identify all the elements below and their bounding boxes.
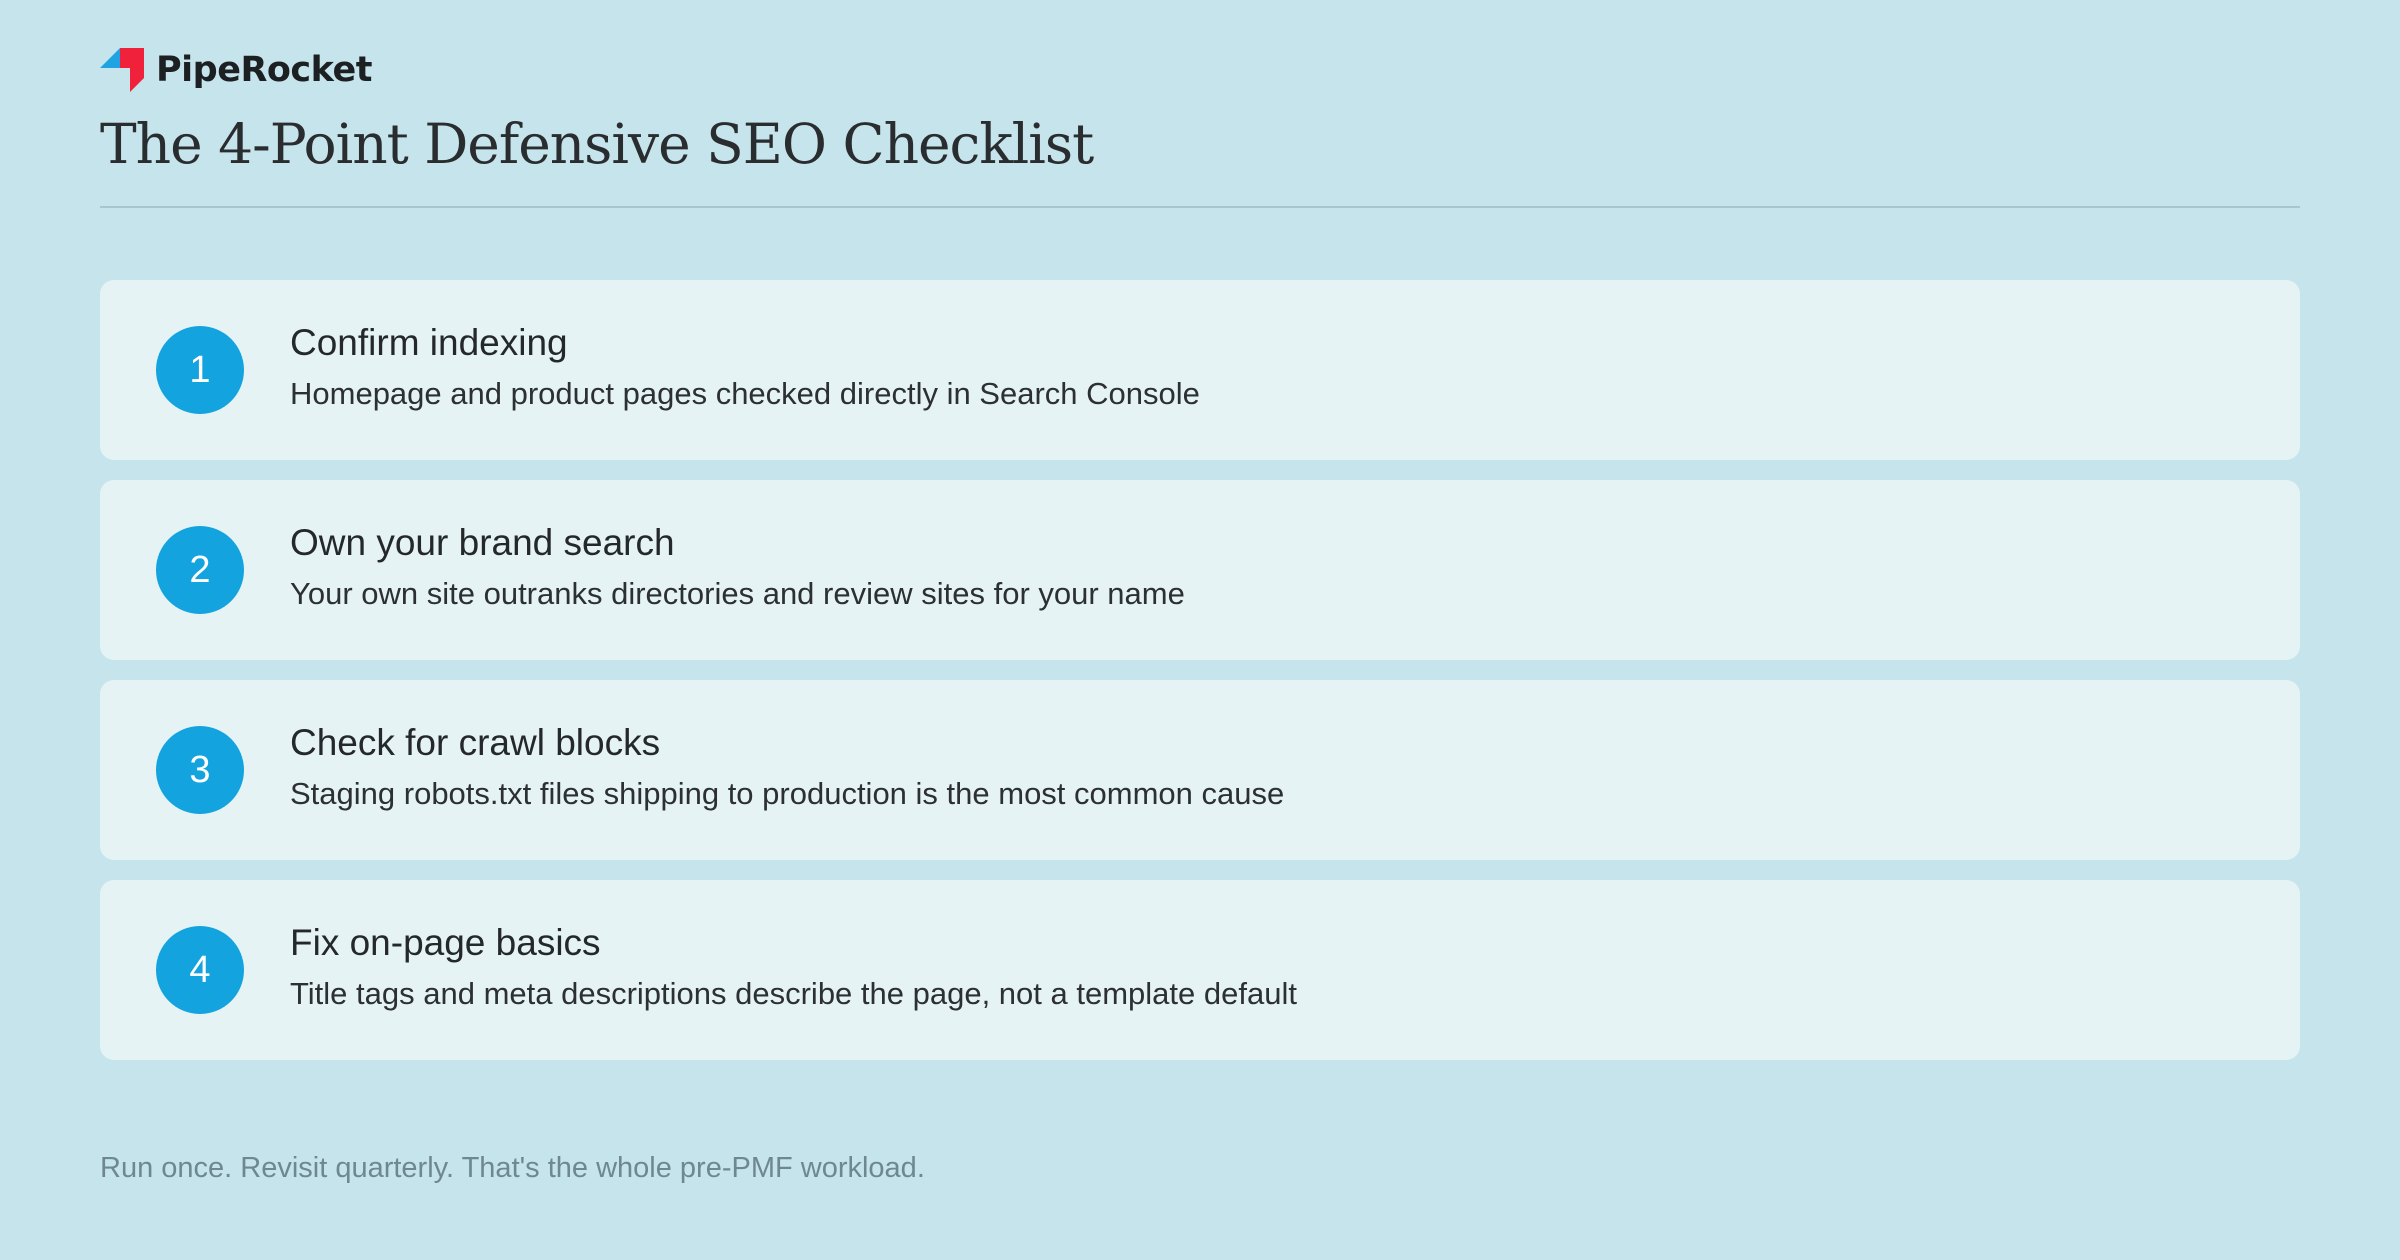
footer-note: Run once. Revisit quarterly. That's the … [100, 1152, 925, 1184]
step-number-badge: 1 [156, 326, 244, 414]
step-number-badge: 3 [156, 726, 244, 814]
checklist-item: 1 Confirm indexing Homepage and product … [100, 280, 2300, 460]
checklist-item-title: Check for crawl blocks [290, 722, 661, 763]
checklist-item: 2 Own your brand search Your own site ou… [100, 480, 2300, 660]
checklist-item-title: Fix on-page basics [290, 922, 601, 963]
title-divider [100, 206, 2300, 208]
checklist: 1 Confirm indexing Homepage and product … [100, 280, 2300, 1080]
brand-name: PipeRocket [156, 50, 373, 90]
checklist-item-description: Title tags and meta descriptions describ… [290, 976, 1297, 1011]
checklist-item: 4 Fix on-page basics Title tags and meta… [100, 880, 2300, 1060]
piperocket-logo-icon [100, 48, 144, 92]
step-number-badge: 4 [156, 926, 244, 1014]
checklist-item-description: Homepage and product pages checked direc… [290, 376, 1200, 411]
checklist-item: 3 Check for crawl blocks Staging robots.… [100, 680, 2300, 860]
checklist-item-description: Staging robots.txt files shipping to pro… [290, 776, 1285, 811]
brand: PipeRocket [100, 46, 373, 94]
checklist-item-title: Own your brand search [290, 522, 675, 563]
checklist-item-title: Confirm indexing [290, 322, 568, 363]
page-title: The 4-Point Defensive SEO Checklist [100, 112, 1094, 176]
checklist-item-description: Your own site outranks directories and r… [290, 576, 1185, 611]
step-number-badge: 2 [156, 526, 244, 614]
